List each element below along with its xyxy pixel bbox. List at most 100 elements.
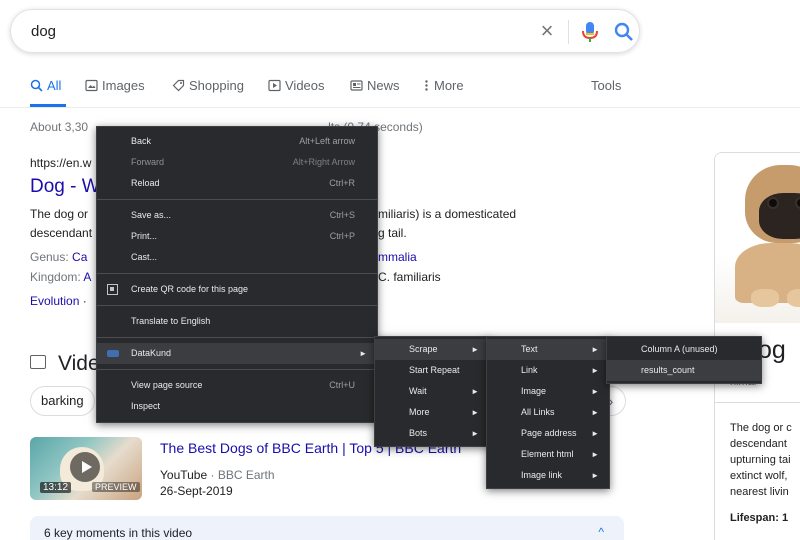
menu-item-inspect[interactable]: Inspect <box>97 396 377 417</box>
menu-item-forward: Forward Alt+Right Arrow <box>131 157 355 167</box>
tab-more[interactable]: More <box>423 78 464 93</box>
submenu-arrow-icon: ► <box>471 387 479 396</box>
menu-separator <box>97 305 377 306</box>
more-vert-icon <box>425 80 428 91</box>
menu-item-scrape[interactable]: Scrape ► <box>375 339 489 360</box>
menu-item-datakund[interactable]: DataKund ► <box>97 343 377 364</box>
video-thumbnail[interactable]: 13:12 PREVIEW <box>30 437 142 500</box>
kingdom-link[interactable]: A <box>83 270 91 284</box>
menu-item-wait[interactable]: Wait ► <box>375 381 489 402</box>
submenu-arrow-icon: ► <box>591 387 599 396</box>
menu-item-translate[interactable]: Translate to English <box>97 311 377 332</box>
genus-label: Genus: <box>30 250 69 264</box>
submenu-arrow-icon: ► <box>591 450 599 459</box>
text-submenu: Column A (unused) results_count <box>606 336 762 384</box>
submenu-arrow-icon: ► <box>359 349 367 358</box>
menu-item-print[interactable]: Print... Ctrl+P <box>97 226 377 247</box>
video-icon <box>30 355 46 369</box>
menu-item-view-source[interactable]: View page source Ctrl+U <box>97 375 377 396</box>
species-value: C. familiaris <box>378 270 441 284</box>
search-icon <box>30 79 43 92</box>
tab-news[interactable]: News <box>350 78 400 93</box>
tag-icon <box>172 79 185 92</box>
genus-link[interactable]: Ca <box>72 250 87 264</box>
search-tabs: All Images Shopping Videos News More Too… <box>30 78 630 100</box>
menu-item-more[interactable]: More ► <box>375 402 489 423</box>
evolution-link[interactable]: Evolution <box>30 294 79 308</box>
menu-item-back[interactable]: Back Alt+Left arrow <box>97 131 377 152</box>
related-links: Evolution · <box>30 294 87 308</box>
result-snippet-line: miliaris) is a domesticated <box>378 207 517 221</box>
preview-badge: PREVIEW <box>92 482 140 492</box>
menu-item-reload[interactable]: Reload Ctrl+R <box>97 173 377 194</box>
search-icon[interactable] <box>613 20 635 44</box>
qr-code-icon <box>107 284 118 295</box>
divider <box>0 107 800 108</box>
menu-item-page-address[interactable]: Page address ► <box>487 423 609 444</box>
submenu-arrow-icon: ► <box>471 429 479 438</box>
clear-icon[interactable]: × <box>535 19 559 43</box>
play-icon[interactable] <box>70 452 100 482</box>
menu-item-results-count[interactable]: results_count <box>607 360 761 381</box>
menu-item-link[interactable]: Link ► <box>487 360 609 381</box>
menu-item-image-link[interactable]: Image link ► <box>487 465 609 486</box>
submenu-arrow-icon: ► <box>471 345 479 354</box>
kingdom-row: Kingdom: A <box>30 270 91 284</box>
menu-item-element-html[interactable]: Element html ► <box>487 444 609 465</box>
context-menu: Back Alt+Left arrow Forward Alt+Right Arro… <box>96 126 378 423</box>
result-url[interactable]: https://en.w <box>30 156 91 170</box>
menu-item-column-a[interactable]: Column A (unused) <box>607 339 761 360</box>
tab-label: More <box>434 78 464 93</box>
divider <box>714 402 800 403</box>
scrape-submenu: Text ► Link ► Image ► All Links ► Page addre… <box>486 336 610 489</box>
result-snippet-line: descendant <box>30 226 93 240</box>
tab-label: Shopping <box>189 78 244 93</box>
tab-label: All <box>47 78 62 93</box>
menu-item-cast[interactable]: Cast... <box>97 247 377 268</box>
menu-item-text[interactable]: Text ► <box>487 339 609 360</box>
menu-item-save-as[interactable]: Save as... Ctrl+S <box>97 205 377 226</box>
microphone-icon[interactable] <box>579 20 601 44</box>
datakund-icon <box>107 350 119 357</box>
menu-item-start-repeat[interactable]: Start Repeat <box>375 360 489 381</box>
submenu-arrow-icon: ► <box>591 366 599 375</box>
menu-item-all-links[interactable]: All Links ► <box>487 402 609 423</box>
tab-all[interactable]: All <box>30 78 61 93</box>
chevron-up-icon[interactable]: ^ <box>598 525 604 539</box>
submenu-arrow-icon: ► <box>591 408 599 417</box>
class-value[interactable]: mmalia <box>378 250 417 264</box>
tools-button[interactable]: Tools <box>591 78 621 93</box>
pug-image[interactable] <box>715 153 800 323</box>
result-title-link[interactable]: Dog - W <box>30 176 100 198</box>
menu-item-bots[interactable]: Bots ► <box>375 423 489 444</box>
submenu-arrow-icon: ► <box>591 345 599 354</box>
menu-item-create-qr-code[interactable]: Create QR code for this page <box>97 279 377 300</box>
result-snippet-line: The dog or <box>30 207 89 221</box>
search-bar[interactable]: dog × <box>10 9 640 53</box>
submenu-arrow-icon: ► <box>591 471 599 480</box>
video-date: 26-Sept-2019 <box>160 484 233 498</box>
result-snippet-line: g tail. <box>378 226 407 240</box>
search-input[interactable]: dog <box>31 23 56 40</box>
video-source: YouTube · BBC Earth <box>160 468 275 482</box>
news-icon <box>350 80 363 91</box>
videos-heading: Vide <box>30 352 100 376</box>
tab-shopping[interactable]: Shopping <box>172 78 244 93</box>
knowledge-panel-title: og <box>758 336 786 364</box>
menu-separator <box>97 337 377 338</box>
tab-images[interactable]: Images <box>85 78 145 93</box>
menu-separator <box>97 273 377 274</box>
menu-separator <box>97 369 377 370</box>
tab-videos[interactable]: Videos <box>268 78 325 93</box>
filter-chip-barking[interactable]: barking <box>30 386 95 416</box>
kingdom-label: Kingdom: <box>30 270 81 284</box>
tab-label: Images <box>102 78 145 93</box>
submenu-arrow-icon: ► <box>471 408 479 417</box>
tab-label: Videos <box>285 78 325 93</box>
submenu-arrow-icon: ► <box>591 429 599 438</box>
genus-row: Genus: Ca <box>30 250 87 264</box>
menu-separator <box>97 199 377 200</box>
menu-item-image[interactable]: Image ► <box>487 381 609 402</box>
image-icon <box>85 79 98 92</box>
key-moments-toggle[interactable]: 6 key moments in this video ^ <box>30 516 624 540</box>
